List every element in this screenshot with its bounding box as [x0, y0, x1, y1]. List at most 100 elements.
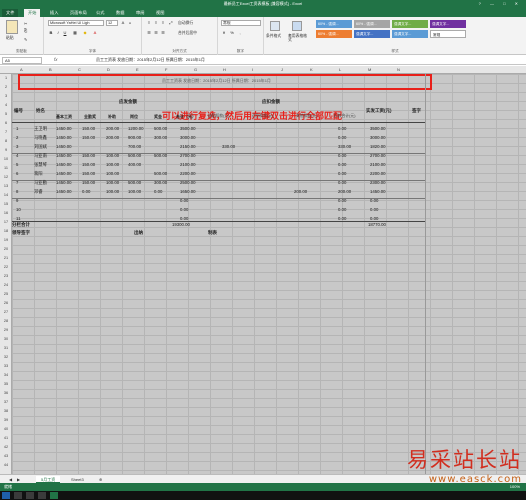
underline-icon[interactable]: U [62, 30, 68, 36]
merge-center-button[interactable]: 合并后居中 [178, 31, 197, 36]
row-header[interactable]: 29 [0, 328, 12, 332]
title-row-cell[interactable]: 员工工资表 发放日期：2015年2月12日 所属日期：2015年1月 [162, 78, 271, 84]
table-row[interactable]: 7 马亚勤 1450.00 150.00 100.00 500.00 300.00 2500.… [12, 180, 426, 189]
table-cell-base[interactable]: 1450.00 [56, 126, 72, 131]
row-header[interactable]: 40 [0, 427, 12, 431]
table-cell-bonus[interactable]: 0.00 [154, 189, 162, 194]
table-cell-net[interactable]: 3000.00 [370, 135, 386, 140]
table-cell-no[interactable]: 10 [16, 207, 21, 212]
format-painter-icon[interactable]: ✎ [24, 37, 27, 42]
row-header[interactable]: 23 [0, 274, 12, 278]
column-header[interactable]: A [20, 67, 23, 72]
conditional-format-button[interactable]: 条件格式 [266, 34, 281, 39]
tab-formulas[interactable]: 公式 [92, 9, 108, 17]
table-cell-ded[interactable]: 0.00 [338, 207, 346, 212]
row-header[interactable]: 43 [0, 454, 12, 458]
taskbar-app-icon[interactable] [14, 492, 22, 499]
table-cell-net[interactable]: 2200.00 [370, 171, 386, 176]
add-sheet-icon[interactable]: ⊕ [94, 476, 107, 483]
row-header[interactable]: 21 [0, 256, 12, 260]
help-button[interactable]: ? [479, 1, 485, 6]
align-left-icon[interactable]: ☰ [146, 30, 152, 36]
align-right-icon[interactable]: ☰ [160, 30, 166, 36]
table-row[interactable]: 6 蒋阳 1450.00 150.00 100.00 500.00 2200.00 0.00 2… [12, 171, 426, 180]
copy-icon[interactable]: ⎘ [24, 29, 27, 33]
table-cell-no[interactable]: 2 [16, 135, 18, 140]
fx-icon[interactable]: fx [54, 57, 58, 62]
table-row[interactable]: 2 马晓鑫 1450.00 150.00 200.00 900.00 300.00 3000.… [12, 135, 426, 144]
borders-icon[interactable]: ▦ [72, 30, 78, 36]
table-cell-other[interactable]: 200.00 [294, 189, 307, 194]
paste-button[interactable]: 粘贴 [6, 36, 14, 41]
table-cell-post[interactable]: 1200.00 [128, 126, 144, 131]
percent-icon[interactable]: % [229, 30, 235, 36]
table-cell-total[interactable]: 1650.00 [180, 189, 196, 194]
table-cell-name[interactable]: 邓睿 [34, 189, 43, 195]
cell-style-chip[interactable]: 60% - 强调... [354, 20, 390, 28]
table-cell-total[interactable]: 2150.00 [180, 144, 196, 149]
row-header[interactable]: 14 [0, 193, 12, 197]
orientation-icon[interactable]: ⤢ [168, 20, 174, 26]
table-cell-post[interactable]: 100.00 [128, 189, 141, 194]
row-header[interactable]: 5 [0, 112, 12, 116]
table-cell-no[interactable]: 7 [16, 180, 18, 185]
cut-icon[interactable]: ✂ [24, 21, 27, 26]
column-header[interactable]: N [397, 67, 400, 72]
row-header[interactable]: 26 [0, 301, 12, 305]
row-header[interactable]: 42 [0, 445, 12, 449]
table-cell-att[interactable]: 0.00 [82, 189, 90, 194]
table-cell-att[interactable]: 150.00 [82, 153, 95, 158]
table-cell-sub[interactable]: 100.00 [106, 189, 119, 194]
row-header[interactable]: 33 [0, 364, 12, 368]
table-cell-sub[interactable]: 100.00 [106, 180, 119, 185]
row-header[interactable]: 2 [0, 85, 12, 89]
table-cell-sub[interactable]: 200.00 [106, 126, 119, 131]
table-cell-base[interactable]: 1450.00 [56, 180, 72, 185]
sheet-tab-sheet3[interactable]: Sheet3 [66, 476, 89, 483]
table-cell-att[interactable]: 150.00 [82, 171, 95, 176]
table-cell-ded[interactable]: 200.00 [338, 189, 351, 194]
table-cell-base[interactable]: 1450.00 [56, 135, 72, 140]
table-cell-net[interactable]: 2100.00 [370, 162, 386, 167]
row-header[interactable]: 6 [0, 121, 12, 125]
table-cell-post[interactable]: 700.00 [128, 144, 141, 149]
font-size-select[interactable]: 12 [106, 20, 118, 26]
column-header[interactable]: K [310, 67, 313, 72]
cell-style-chip[interactable]: 强调文字... [430, 20, 466, 28]
table-cell-no[interactable]: 1 [16, 126, 18, 131]
table-cell-base[interactable]: 1450.00 [56, 144, 72, 149]
table-cell-net[interactable]: 1820.00 [370, 144, 386, 149]
align-middle-icon[interactable]: ≡ [153, 20, 159, 26]
wrap-text-button[interactable]: 自动换行 [178, 21, 193, 26]
table-cell-name[interactable]: 蒋阳 [34, 171, 43, 177]
table-cell-net[interactable]: 3500.00 [370, 126, 386, 131]
row-header[interactable]: 8 [0, 139, 12, 143]
column-header[interactable]: I [252, 67, 253, 72]
format-table-icon[interactable] [292, 21, 302, 31]
row-header[interactable]: 18 [0, 229, 12, 233]
table-cell-total[interactable]: 0.00 [180, 198, 188, 203]
column-header[interactable]: L [339, 67, 341, 72]
table-cell-no[interactable]: 4 [16, 153, 18, 158]
row-header[interactable]: 38 [0, 409, 12, 413]
row-header[interactable]: 39 [0, 418, 12, 422]
format-table-button[interactable]: 套用表格格式 [288, 34, 310, 42]
table-cell-no[interactable]: 8 [16, 189, 18, 194]
table-cell-bonus[interactable]: 500.00 [154, 126, 167, 131]
table-cell-name[interactable]: 马亚勤 [34, 180, 47, 186]
column-header[interactable]: C [78, 67, 81, 72]
row-header[interactable]: 22 [0, 265, 12, 269]
table-cell-bonus[interactable]: 500.00 [154, 171, 167, 176]
start-icon[interactable] [2, 492, 10, 499]
table-cell-total[interactable]: 2200.00 [180, 171, 196, 176]
minimize-button[interactable]: — [490, 1, 498, 6]
tab-file[interactable]: 文件 [2, 9, 19, 17]
tab-home[interactable]: 开始 [24, 9, 41, 17]
table-cell-sub[interactable]: 100.00 [106, 153, 119, 158]
align-top-icon[interactable]: ≡ [146, 20, 152, 26]
row-header[interactable]: 15 [0, 202, 12, 206]
column-header[interactable]: B [49, 67, 52, 72]
row-header[interactable]: 27 [0, 310, 12, 314]
grow-font-icon[interactable]: A [120, 20, 126, 26]
paste-icon[interactable] [6, 20, 18, 34]
